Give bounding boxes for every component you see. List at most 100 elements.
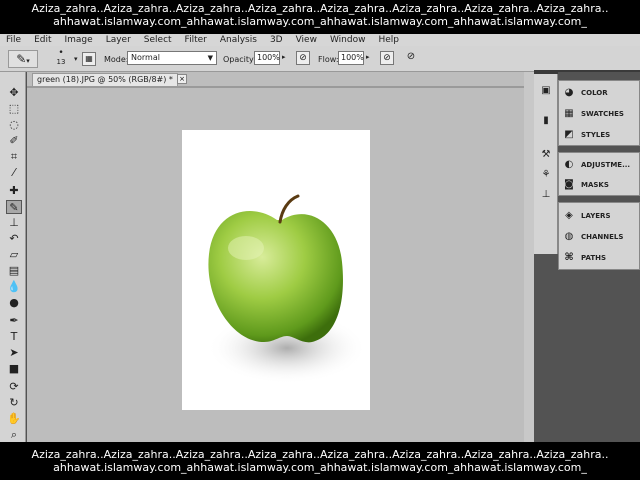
brush-preset-picker[interactable]: • 13 xyxy=(48,49,74,69)
path-selection-tool-icon[interactable]: ➤ xyxy=(6,346,22,360)
3d-rotate-tool-icon[interactable]: ⟳ xyxy=(6,380,22,394)
document-window: green (18).JPG @ 50% (RGB/8#) * × xyxy=(27,72,534,442)
masks-label: MASKS xyxy=(581,181,609,189)
shape-tool-icon[interactable]: ■ xyxy=(6,362,22,376)
photoshop-window: File Edit Image Layer Select Filter Anal… xyxy=(0,34,640,442)
panel-tab-color[interactable]: ◕ COLOR xyxy=(563,85,608,101)
zoom-tool-icon[interactable]: ⌕ xyxy=(6,428,22,442)
toggle-brush-panel-icon[interactable]: ▦ xyxy=(82,52,96,66)
watermark-top-line1: Aziza_zahra..Aziza_zahra..Aziza_zahra..A… xyxy=(31,2,609,15)
styles-icon: ◩ xyxy=(564,129,574,140)
pressure-opacity-icon[interactable]: ⊘ xyxy=(296,51,310,65)
panel-tab-layers[interactable]: ◈ LAYERS xyxy=(563,208,611,224)
tablet-pressure-icon[interactable]: ⊘ xyxy=(404,51,418,65)
menu-3d[interactable]: 3D xyxy=(270,35,283,45)
color-label: COLOR xyxy=(581,89,608,97)
menu-select[interactable]: Select xyxy=(144,35,172,45)
panel-tab-paths[interactable]: ⌘ PATHS xyxy=(563,250,606,266)
adjustments-icon: ◐ xyxy=(564,159,574,170)
stamp-icon[interactable]: ⊥ xyxy=(539,188,553,202)
blur-tool-icon[interactable]: 💧 xyxy=(6,280,22,294)
histogram-icon[interactable]: ▣ xyxy=(539,84,553,98)
menu-layer[interactable]: Layer xyxy=(106,35,131,45)
clone-stamp-tool-icon[interactable]: ⊥ xyxy=(6,216,22,230)
expanded-panels: ◕ COLOR ▦ SWATCHES ◩ STYLES ◐ ADJUSTME..… xyxy=(558,72,640,312)
menu-help[interactable]: Help xyxy=(378,35,399,45)
color-wheel-icon: ◕ xyxy=(564,87,574,98)
menu-view[interactable]: View xyxy=(296,35,317,45)
chevron-down-icon: ▼ xyxy=(207,54,213,62)
crop-tool-icon[interactable]: ⌗ xyxy=(6,150,22,164)
move-tool-icon[interactable]: ✥ xyxy=(6,86,22,100)
flow-slider-arrow-icon[interactable]: ▸ xyxy=(366,53,370,61)
masks-icon: ◙ xyxy=(564,179,574,190)
close-icon[interactable]: × xyxy=(177,74,187,84)
menu-image[interactable]: Image xyxy=(65,35,93,45)
history-icon[interactable]: ▮ xyxy=(539,114,553,128)
opacity-label: Opacity: xyxy=(223,55,256,64)
flow-label: Flow: xyxy=(318,55,339,64)
gradient-tool-icon[interactable]: ▤ xyxy=(6,264,22,278)
mode-select[interactable]: Normal ▼ xyxy=(127,51,217,65)
tools-panel: ✥ ⬚ ◌ ✐ ⌗ ⁄ ✚ ✎ ⊥ ↶ ▱ ▤ 💧 ● ✒ T ➤ ■ ⟳ ↻ … xyxy=(0,72,26,442)
panel-dock-strip xyxy=(524,72,534,442)
swatches-grid-icon: ▦ xyxy=(564,108,574,119)
panel-tab-masks[interactable]: ◙ MASKS xyxy=(563,177,609,193)
channels-icon: ◍ xyxy=(564,231,574,242)
layers-label: LAYERS xyxy=(581,212,611,220)
opacity-slider-arrow-icon[interactable]: ▸ xyxy=(282,53,286,61)
watermark-bottom-line2: ahhawat.islamway.com_ahhawat.islamway.co… xyxy=(53,461,587,474)
document-tab[interactable]: green (18).JPG @ 50% (RGB/8#) * xyxy=(32,73,178,86)
history-brush-tool-icon[interactable]: ↶ xyxy=(6,232,22,246)
tool-presets-icon[interactable]: ⚒ xyxy=(539,148,553,162)
swatches-label: SWATCHES xyxy=(581,110,624,118)
eyedropper-tool-icon[interactable]: ⁄ xyxy=(6,166,22,180)
eraser-tool-icon[interactable]: ▱ xyxy=(6,248,22,262)
watermark-top-line2: ahhawat.islamway.com_ahhawat.islamway.co… xyxy=(53,15,587,28)
styles-label: STYLES xyxy=(581,131,611,139)
marquee-tool-icon[interactable]: ⬚ xyxy=(6,102,22,116)
menu-window[interactable]: Window xyxy=(330,35,366,45)
green-apple-image xyxy=(207,194,367,384)
document-rule xyxy=(27,86,524,88)
panel-tab-styles[interactable]: ◩ STYLES xyxy=(563,127,610,143)
channels-label: CHANNELS xyxy=(581,233,624,241)
healing-brush-tool-icon[interactable]: ✚ xyxy=(6,184,22,198)
layers-panel-group: ◈ LAYERS ◍ CHANNELS ⌘ PATHS xyxy=(558,202,640,270)
brush-tip-icon: • xyxy=(58,48,64,58)
pen-tool-icon[interactable]: ✒ xyxy=(6,314,22,328)
panel-tab-channels[interactable]: ◍ CHANNELS xyxy=(563,229,624,245)
menu-filter[interactable]: Filter xyxy=(185,35,207,45)
paths-label: PATHS xyxy=(581,254,607,262)
watermark-bottom: Aziza_zahra..Aziza_zahra..Aziza_zahra..A… xyxy=(0,448,640,478)
adjustments-label: ADJUSTME... xyxy=(581,161,631,169)
3d-orbit-tool-icon[interactable]: ↻ xyxy=(6,396,22,410)
tool-preset-picker[interactable]: ✎▾ xyxy=(8,50,38,68)
collapsed-panel-icons: ▣ ▮ ⚒ ⚘ ⊥ xyxy=(534,72,558,442)
hand-tool-icon[interactable]: ✋ xyxy=(6,412,22,426)
type-tool-icon[interactable]: T xyxy=(6,330,22,344)
brush-tool-icon[interactable]: ✎ xyxy=(6,200,22,214)
airbrush-icon[interactable]: ⊘ xyxy=(380,51,394,65)
watermark-top: Aziza_zahra..Aziza_zahra..Aziza_zahra..A… xyxy=(0,2,640,34)
flow-field[interactable]: 100% xyxy=(338,51,364,65)
mode-value: Normal xyxy=(131,53,160,62)
color-panel-group: ◕ COLOR ▦ SWATCHES ◩ STYLES xyxy=(558,80,640,146)
menu-analysis[interactable]: Analysis xyxy=(220,35,257,45)
dodge-tool-icon[interactable]: ● xyxy=(6,296,22,310)
brush-preset-arrow-icon[interactable]: ▾ xyxy=(74,55,78,63)
opacity-field[interactable]: 100% xyxy=(254,51,280,65)
panel-icons-group: ▣ ▮ ⚒ ⚘ ⊥ xyxy=(534,72,558,254)
menu-edit[interactable]: Edit xyxy=(34,35,51,45)
panel-tab-adjustments[interactable]: ◐ ADJUSTME... xyxy=(563,157,630,173)
menu-file[interactable]: File xyxy=(6,35,21,45)
brush-tool-icon: ✎ xyxy=(16,52,27,66)
quick-selection-tool-icon[interactable]: ✐ xyxy=(6,134,22,148)
menu-bar: File Edit Image Layer Select Filter Anal… xyxy=(0,34,640,46)
image-canvas[interactable] xyxy=(182,130,370,410)
clone-source-icon[interactable]: ⚘ xyxy=(539,168,553,182)
lasso-tool-icon[interactable]: ◌ xyxy=(6,118,22,132)
layers-icon: ◈ xyxy=(565,210,573,221)
panel-tab-swatches[interactable]: ▦ SWATCHES xyxy=(563,106,624,122)
options-bar: ✎▾ • 13 ▾ ▦ Mode: Normal ▼ Opacity: 100%… xyxy=(0,46,640,72)
